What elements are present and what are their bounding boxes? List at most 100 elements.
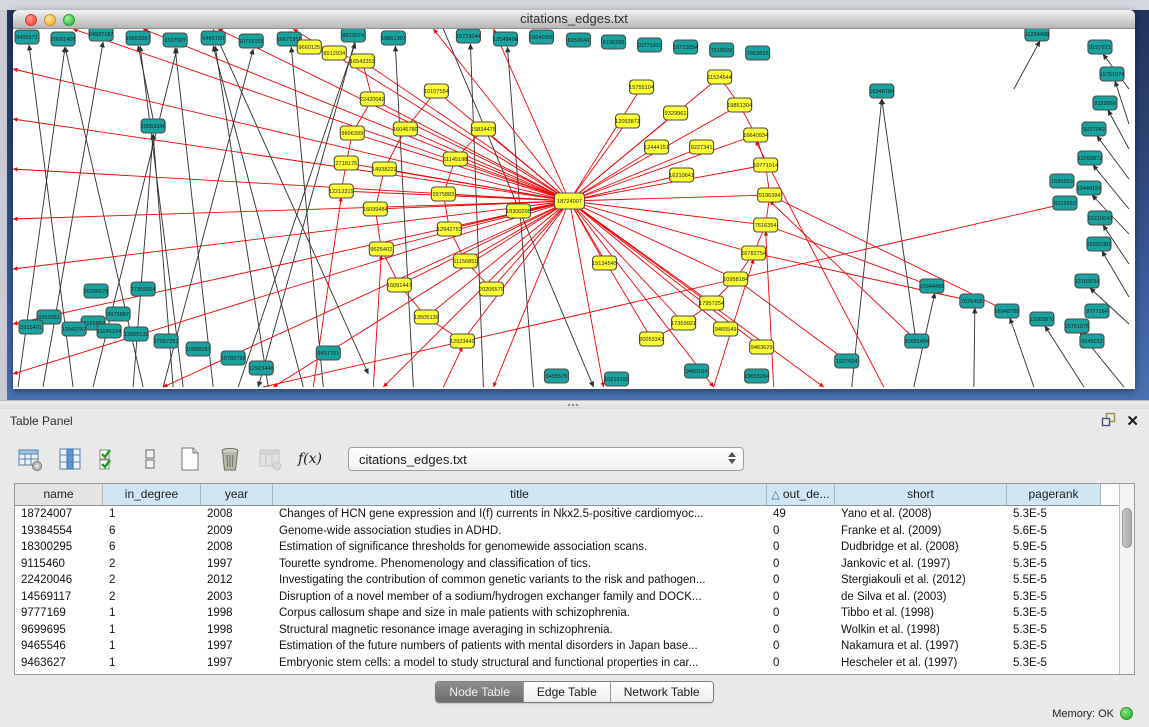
- cell-title[interactable]: Corpus callosum shape and size in male p…: [273, 605, 767, 622]
- cell-name[interactable]: 18300295: [15, 539, 103, 556]
- graph-node[interactable]: 12213319: [329, 184, 354, 198]
- cell-name[interactable]: 19384554: [15, 523, 103, 540]
- graph-node[interactable]: 16091447: [387, 278, 412, 292]
- cell-in_degree[interactable]: 1: [103, 638, 201, 655]
- graph-node[interactable]: 12444151: [644, 140, 669, 154]
- graph-node[interactable]: 24937187: [89, 29, 114, 41]
- graph-node[interactable]: 20206579: [479, 282, 504, 296]
- column-header-out_de[interactable]: △out_de...: [767, 484, 835, 505]
- cell-out_de[interactable]: 0: [767, 556, 835, 573]
- graph-node[interactable]: 10771914: [753, 158, 778, 172]
- graph-node[interactable]: 10719155: [239, 34, 264, 48]
- graph-node[interactable]: 16640934: [743, 128, 768, 142]
- graph-node[interactable]: 10944455: [919, 279, 944, 293]
- graph-node[interactable]: 17359924: [131, 282, 156, 296]
- cell-short[interactable]: Yano et al. (2008): [835, 506, 1007, 523]
- graph-node[interactable]: 10107554: [424, 84, 449, 98]
- cell-year[interactable]: 2008: [201, 539, 273, 556]
- tab-network-table[interactable]: Network Table: [610, 682, 713, 702]
- table-row[interactable]: 1938455462009Genome-wide association stu…: [15, 523, 1119, 540]
- graph-node[interactable]: 7625405: [960, 294, 984, 308]
- graph-node[interactable]: 9465549: [714, 322, 738, 336]
- graph-node[interactable]: 9196394: [758, 188, 782, 202]
- graph-node[interactable]: 15692381: [1087, 237, 1112, 251]
- cell-name[interactable]: 9463627: [15, 655, 103, 672]
- table-row[interactable]: 1872400712008Changes of HCN gene express…: [15, 506, 1119, 523]
- graph-node[interactable]: 9466160: [201, 31, 225, 45]
- graph-node[interactable]: 11524544: [707, 70, 731, 84]
- table-settings-icon[interactable]: [14, 443, 46, 475]
- graph-node[interactable]: 14938222: [372, 162, 397, 176]
- graph-node[interactable]: 19861304: [727, 98, 752, 112]
- cell-name[interactable]: 9699695: [15, 622, 103, 639]
- cell-out_de[interactable]: 0: [767, 605, 835, 622]
- cell-out_de[interactable]: 0: [767, 539, 835, 556]
- graph-node[interactable]: 8813074: [341, 29, 365, 42]
- column-header-pagerank[interactable]: pagerank: [1007, 484, 1101, 505]
- cell-pagerank[interactable]: 5.5E-5: [1007, 572, 1101, 589]
- cell-out_de[interactable]: 0: [767, 523, 835, 540]
- minimize-window-button[interactable]: [44, 14, 56, 26]
- cell-pagerank[interactable]: 5.3E-5: [1007, 506, 1101, 523]
- graph-node[interactable]: 12942757: [62, 322, 87, 336]
- cell-pagerank[interactable]: 5.3E-5: [1007, 589, 1101, 606]
- graph-node[interactable]: 9896399: [340, 126, 364, 140]
- cell-in_degree[interactable]: 2: [103, 556, 201, 573]
- graph-node[interactable]: 16099484: [363, 202, 388, 216]
- table-row[interactable]: 946554611997Estimation of the future num…: [15, 638, 1119, 655]
- column-header-year[interactable]: year: [201, 484, 273, 505]
- column-header-short[interactable]: short: [835, 484, 1007, 505]
- graph-node[interactable]: 13505135: [124, 327, 149, 341]
- graph-node[interactable]: 11156851: [453, 254, 477, 268]
- graph-node[interactable]: 17957254: [699, 296, 724, 310]
- graph-node[interactable]: 9975883: [431, 187, 455, 201]
- cell-year[interactable]: 1998: [201, 622, 273, 639]
- table-header-row[interactable]: namein_degreeyeartitle△out_de...shortpag…: [15, 484, 1119, 506]
- graph-node[interactable]: 20691404: [904, 334, 929, 348]
- cell-pagerank[interactable]: 5.3E-5: [1007, 556, 1101, 573]
- graph-node[interactable]: 11254498: [1025, 29, 1049, 41]
- cell-in_degree[interactable]: 6: [103, 539, 201, 556]
- cell-year[interactable]: 1997: [201, 556, 273, 573]
- graph-node[interactable]: 16782759: [221, 351, 246, 365]
- graph-node[interactable]: 16948785: [994, 304, 1019, 318]
- graph-node[interactable]: 9329961: [664, 106, 688, 120]
- cell-in_degree[interactable]: 1: [103, 605, 201, 622]
- cell-name[interactable]: 22420046: [15, 572, 103, 589]
- table-row[interactable]: 1830029562008Estimation of significance …: [15, 539, 1119, 556]
- graph-node[interactable]: 18300295: [506, 204, 531, 218]
- cell-title[interactable]: Structural magnetic resonance image aver…: [273, 622, 767, 639]
- graph-node[interactable]: 9329966: [1093, 96, 1117, 110]
- float-panel-icon[interactable]: [1101, 412, 1116, 432]
- graph-node[interactable]: 20691406: [51, 32, 76, 46]
- cell-short[interactable]: Nakamura et al. (1997): [835, 638, 1007, 655]
- scrollbar-thumb[interactable]: [1122, 508, 1132, 548]
- cell-in_degree[interactable]: 6: [103, 523, 201, 540]
- cell-year[interactable]: 2003: [201, 589, 273, 606]
- cell-title[interactable]: Embryonic stem cells: a model to study s…: [273, 655, 767, 672]
- graph-node[interactable]: 16713554: [673, 40, 698, 54]
- column-header-name[interactable]: name: [15, 484, 103, 505]
- graph-node[interactable]: 12923449: [450, 334, 475, 348]
- table-row[interactable]: 1456911722003Disruption of a novel membe…: [15, 589, 1119, 606]
- cell-pagerank[interactable]: 5.9E-5: [1007, 539, 1101, 556]
- graph-node[interactable]: 7515526: [710, 43, 734, 57]
- graph-node[interactable]: 2718176: [334, 156, 358, 170]
- cell-short[interactable]: Hescheler et al. (1997): [835, 655, 1007, 672]
- graph-node[interactable]: 20053346: [141, 119, 166, 133]
- graph-node[interactable]: 12444154: [1077, 181, 1102, 195]
- cell-pagerank[interactable]: 5.3E-5: [1007, 605, 1101, 622]
- cell-in_degree[interactable]: 1: [103, 655, 201, 672]
- cell-year[interactable]: 2009: [201, 523, 273, 540]
- table-row[interactable]: 946362711997Embryonic stem cells: a mode…: [15, 655, 1119, 672]
- tab-node-table[interactable]: Node Table: [436, 682, 523, 702]
- graph-node[interactable]: 9660125: [297, 40, 321, 54]
- graph-node[interactable]: 9196399: [602, 35, 626, 49]
- network-window-titlebar[interactable]: citations_edges.txt: [13, 10, 1135, 29]
- table-selector-dropdown[interactable]: citations_edges.txt: [348, 447, 744, 471]
- cell-pagerank[interactable]: 5.6E-5: [1007, 523, 1101, 540]
- graph-node[interactable]: 10958184: [723, 272, 748, 286]
- table-row[interactable]: 2242004622012Investigating the contribut…: [15, 572, 1119, 589]
- cell-out_de[interactable]: 0: [767, 622, 835, 639]
- cell-name[interactable]: 9115460: [15, 556, 103, 573]
